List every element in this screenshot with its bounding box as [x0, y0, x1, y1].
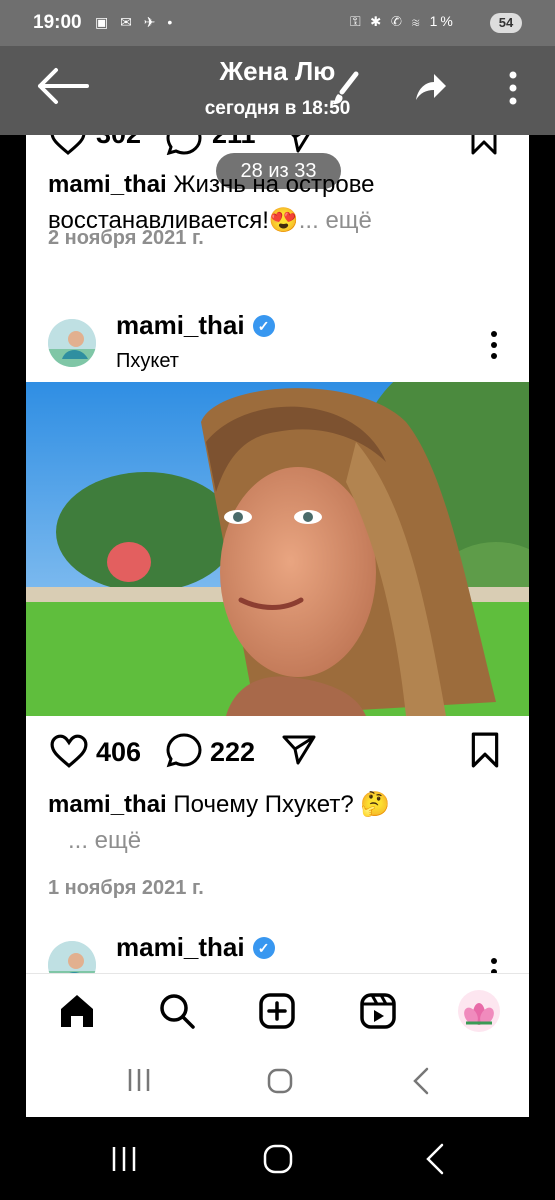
prev-post-date: 2 ноября 2021 г. — [48, 227, 204, 249]
post-actions: 406 222 — [26, 732, 529, 776]
home-icon[interactable] — [58, 992, 96, 1030]
system-status-icons: ⚿ ✱ ✆ ≋ 1% — [350, 13, 456, 29]
inner-system-nav — [26, 1043, 529, 1117]
notification-icons: ▣ ✉ ✈ • — [95, 14, 177, 30]
comment-icon[interactable] — [166, 732, 202, 768]
heart-icon[interactable] — [50, 734, 88, 768]
system-nav-bar — [0, 1117, 555, 1200]
post-username-text: mami_thai — [116, 310, 245, 340]
verified-badge-icon: ✓ — [252, 937, 275, 959]
send-icon[interactable] — [282, 135, 316, 153]
caption-more-link[interactable]: ... ещё — [299, 207, 372, 234]
battery-icon: 54 — [490, 13, 522, 33]
caption-username[interactable]: mami_thai — [48, 791, 167, 818]
caption-text-line1: Жизнь на острове — [173, 171, 375, 198]
status-time: 19:00 — [33, 12, 82, 33]
verified-badge-icon: ✓ — [252, 315, 275, 337]
caption-username[interactable]: mami_thai — [48, 171, 167, 198]
home-button-icon[interactable] — [266, 1067, 294, 1095]
reels-icon[interactable] — [359, 992, 397, 1030]
recent-apps-icon[interactable] — [110, 1145, 138, 1173]
back-button-icon[interactable] — [411, 1067, 431, 1095]
caption-more-link[interactable]: ... ещё — [68, 827, 141, 854]
recent-apps-icon[interactable] — [126, 1067, 152, 1093]
bottom-nav — [26, 973, 529, 1044]
post-header: mami_thai ✓ Пхукет — [26, 305, 529, 375]
post-photo[interactable] — [26, 382, 529, 716]
viewer-toolbar: Жена Лю сегодня в 18:50 — [0, 46, 555, 135]
bookmark-icon[interactable] — [470, 135, 498, 155]
share-icon[interactable] — [412, 70, 448, 104]
home-button-icon[interactable] — [262, 1143, 294, 1175]
brush-icon[interactable] — [330, 70, 362, 106]
viewer-title: Жена Лю — [219, 56, 336, 86]
post-location[interactable]: Пхукет — [116, 350, 179, 373]
prev-comments-count: 211 — [212, 135, 256, 150]
next-post-username-text: mami_thai — [116, 932, 245, 962]
next-post-username[interactable]: mami_thai ✓ — [116, 932, 275, 963]
send-icon[interactable] — [282, 735, 316, 765]
prev-likes-count: 302 — [96, 135, 141, 150]
create-icon[interactable] — [258, 992, 296, 1030]
profile-avatar[interactable] — [458, 990, 500, 1032]
bookmark-icon[interactable] — [470, 732, 500, 768]
avatar[interactable] — [48, 319, 96, 367]
status-bar: 19:00 ▣ ✉ ✈ • ⚿ ✱ ✆ ≋ 1% 54 — [0, 0, 555, 46]
comment-icon[interactable] — [166, 135, 202, 155]
comments-count[interactable]: 222 — [210, 737, 255, 768]
viewer-subtitle: сегодня в 18:50 — [204, 98, 351, 119]
post-date: 1 ноября 2021 г. — [48, 877, 204, 899]
back-button-icon[interactable] — [424, 1143, 446, 1175]
caption-text: Почему Пхукет? 🤔 — [173, 791, 391, 818]
post-caption: mami_thai Почему Пхукет? 🤔 ... ещё — [48, 787, 390, 859]
more-vertical-icon[interactable] — [503, 70, 523, 106]
heart-icon[interactable] — [50, 135, 86, 155]
post-username[interactable]: mami_thai ✓ — [116, 310, 275, 341]
instagram-feed-screenshot: 302 211 28 из 33 mami_thai Жизнь на остр… — [26, 135, 529, 1117]
likes-count[interactable]: 406 — [96, 737, 141, 768]
search-icon[interactable] — [158, 992, 196, 1030]
more-options-icon[interactable] — [486, 330, 502, 360]
